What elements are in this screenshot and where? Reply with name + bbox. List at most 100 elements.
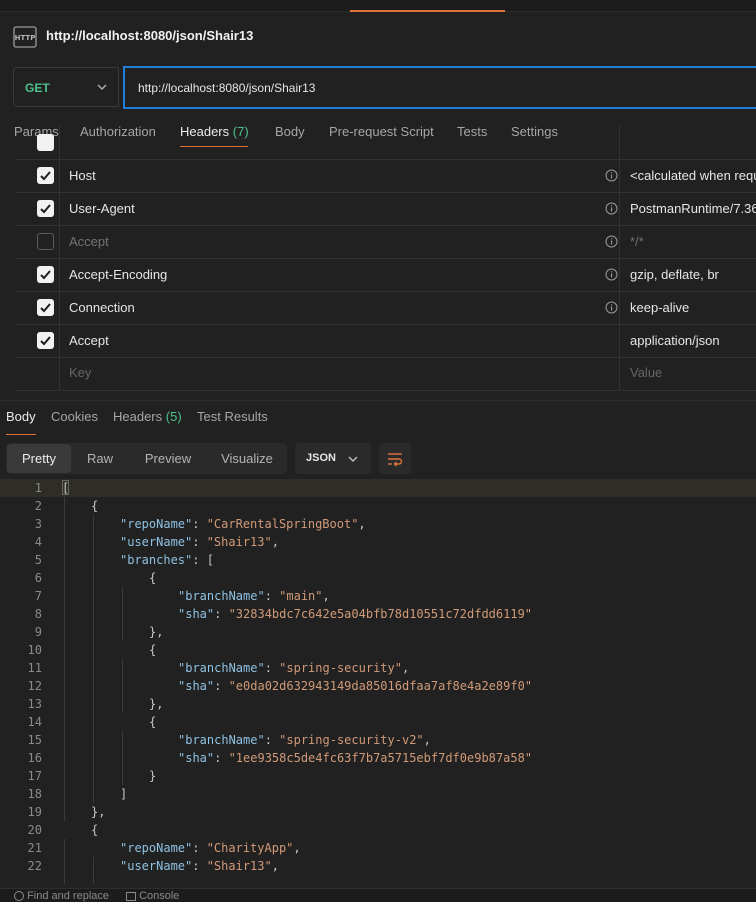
code-text: { [149, 641, 156, 659]
console-button[interactable]: Console [126, 890, 179, 902]
response-tab-test-results[interactable]: Test Results [197, 409, 268, 424]
view-mode-pretty[interactable]: Pretty [7, 444, 71, 473]
view-mode-preview[interactable]: Preview [130, 444, 206, 473]
code-line: 4 "userName": "Shair13", [0, 533, 756, 551]
checkbox-cell [15, 258, 60, 291]
header-enabled-checkbox[interactable] [37, 266, 54, 283]
json-string: "CharityApp" [206, 841, 294, 855]
wrap-lines-button[interactable] [379, 443, 411, 474]
json-string: "1ee9358c5de4fc63f7b7a5715ebf7df0e9b87a5… [228, 751, 533, 765]
json-punctuation: , [358, 517, 366, 531]
pane-divider[interactable] [0, 400, 756, 401]
info-icon[interactable] [605, 268, 618, 281]
header-value[interactable]: PostmanRuntime/7.36. [630, 201, 756, 216]
checkbox-cell [15, 225, 60, 258]
json-key: "userName" [120, 535, 193, 549]
tab-label: Test Results [197, 409, 268, 424]
json-punctuation: : [214, 607, 229, 621]
json-punctuation: , [423, 733, 431, 747]
response-body-editor[interactable]: 1[2{3 "repoName": "CarRentalSpringBoot", 4… [0, 479, 756, 884]
line-number: 21 [27, 841, 42, 855]
code-line: 20 { [0, 821, 756, 839]
new-header-key-input[interactable]: Key [69, 365, 91, 380]
code-line: 3 "repoName": "CarRentalSpringBoot", [0, 515, 756, 533]
header-row: Accept application/json [15, 324, 756, 358]
chevron-down-icon [96, 81, 108, 93]
header-key[interactable]: Connection [69, 300, 135, 315]
code-line: 16 "sha": "1ee9358c5de4fc63f7b7a5715ebf7d… [0, 749, 756, 767]
header-row: Accept-Encoding gzip, deflate, br [15, 258, 756, 292]
json-string: "e0da02d632943149da85016dfaa7af8e4a2e89f… [228, 679, 533, 693]
json-punctuation: } [149, 769, 157, 783]
json-key: "sha" [178, 751, 215, 765]
line-number: 19 [27, 805, 42, 819]
info-icon[interactable] [605, 169, 618, 182]
checkbox-cell [15, 357, 60, 390]
header-value[interactable]: gzip, deflate, br [630, 267, 719, 282]
info-icon[interactable] [605, 235, 618, 248]
json-punctuation: : [192, 535, 207, 549]
code-text: "repoName": "CarRentalSpringBoot", [120, 515, 366, 533]
code-text: }, [91, 803, 105, 821]
url-input[interactable]: http://localhost:8080/json/Shair13 [123, 66, 756, 109]
json-punctuation: }, [149, 625, 164, 639]
json-punctuation: ] [120, 787, 128, 801]
code-text: ] [120, 785, 127, 803]
header-key[interactable]: Accept [69, 234, 109, 249]
json-punctuation: : [ [192, 553, 214, 567]
header-enabled-checkbox[interactable] [37, 299, 54, 316]
checkbox-cell [15, 291, 60, 324]
view-mode-visualize[interactable]: Visualize [208, 444, 286, 473]
header-key[interactable]: Accept [69, 333, 109, 348]
header-value[interactable]: */* [630, 234, 644, 249]
line-number: 1 [34, 481, 42, 495]
line-number: 17 [27, 769, 42, 783]
view-mode-raw[interactable]: Raw [73, 444, 127, 473]
info-icon[interactable] [605, 202, 618, 215]
format-selector[interactable]: JSON [295, 443, 371, 474]
tab-count-badge: (5) [165, 409, 182, 424]
header-enabled-checkbox[interactable] [37, 332, 54, 349]
header-key[interactable]: Host [69, 168, 96, 183]
code-text: "repoName": "CharityApp", [120, 839, 301, 857]
status-bar: Find and replace Console [0, 888, 756, 902]
header-row: Accept */* [15, 225, 756, 259]
header-value[interactable]: keep-alive [630, 300, 689, 315]
column-separator [619, 159, 620, 192]
response-tab-body[interactable]: Body [6, 409, 36, 424]
request-title[interactable]: http://localhost:8080/json/Shair13 [46, 28, 253, 43]
method-selector[interactable]: GET [13, 67, 119, 107]
header-value[interactable]: application/json [630, 333, 720, 348]
line-number: 20 [27, 823, 42, 837]
new-header-value-input[interactable]: Value [630, 365, 662, 380]
line-number: 22 [27, 859, 42, 873]
line-number: 8 [34, 607, 42, 621]
json-punctuation: : [214, 679, 229, 693]
response-tabs: Body Cookies Headers (5) Test Results [0, 403, 756, 437]
json-string: "32834bdc7c642e5a04bfb78d10551c72dfdd611… [228, 607, 533, 621]
find-replace-button[interactable]: Find and replace [14, 890, 109, 902]
json-punctuation: }, [149, 697, 164, 711]
code-text: "userName": "Shair13", [120, 857, 279, 875]
header-key[interactable]: Accept-Encoding [69, 267, 167, 282]
info-icon[interactable] [605, 301, 618, 314]
json-string: "spring-security-v2" [279, 733, 424, 747]
line-number: 9 [34, 625, 42, 639]
column-separator [619, 357, 620, 390]
json-key: "branchName" [178, 661, 265, 675]
response-tab-headers[interactable]: Headers (5) [113, 409, 182, 424]
header-enabled-checkbox[interactable] [37, 233, 54, 250]
json-key: "userName" [120, 859, 193, 873]
header-row-partial [15, 126, 756, 160]
header-row: Host <calculated when requ [15, 159, 756, 193]
response-tab-cookies[interactable]: Cookies [51, 409, 98, 424]
header-enabled-checkbox[interactable] [37, 200, 54, 217]
header-enabled-checkbox[interactable] [37, 134, 54, 151]
json-punctuation: : [192, 841, 207, 855]
header-enabled-checkbox[interactable] [37, 167, 54, 184]
json-key: "repoName" [120, 841, 193, 855]
header-value[interactable]: <calculated when requ [630, 168, 756, 183]
header-key[interactable]: User-Agent [69, 201, 135, 216]
line-number: 2 [34, 499, 42, 513]
column-separator [619, 225, 620, 258]
